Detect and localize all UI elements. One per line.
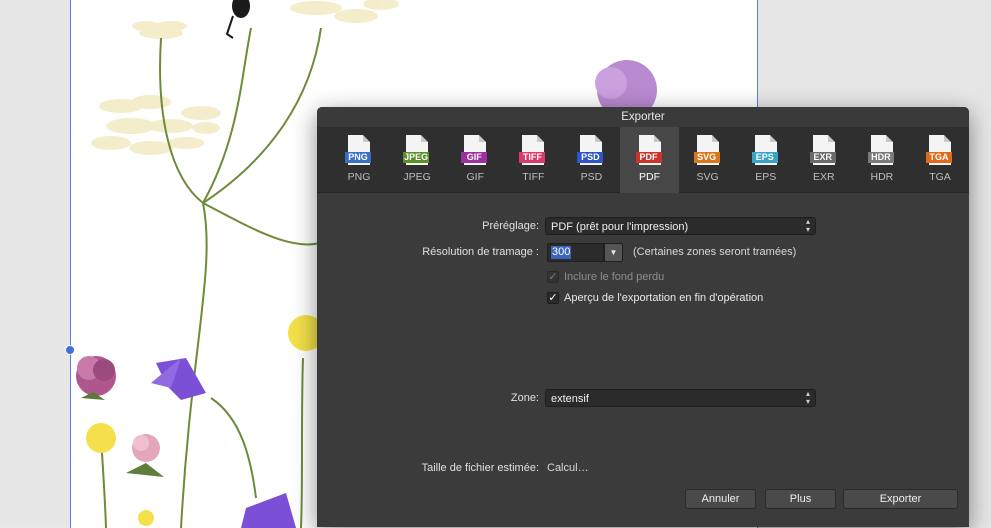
format-label: TIFF <box>522 171 545 183</box>
format-label: EXR <box>813 171 835 183</box>
raster-note: (Certaines zones seront tramées) <box>633 246 797 258</box>
filesize-value: Calcul… <box>547 462 589 474</box>
jpeg-file-icon: JPEG <box>403 135 431 169</box>
preset-select[interactable]: PDF (prêt pour l'impression) ▴ ▾ <box>545 217 816 235</box>
raster-resolution-dropdown-button[interactable]: ▼ <box>604 243 623 262</box>
selection-handle[interactable] <box>65 345 75 355</box>
raster-resolution-value: 300 <box>551 246 572 259</box>
preset-value: PDF (prêt pour l'impression) <box>551 221 689 233</box>
format-badge: PDF <box>635 152 662 163</box>
format-badge: HDR <box>867 152 894 163</box>
format-label: PNG <box>347 171 371 183</box>
format-badge: JPEG <box>403 152 430 163</box>
zone-label: Zone: <box>510 392 539 404</box>
format-tab-tga[interactable]: TGA TGA <box>911 127 969 193</box>
format-label: EPS <box>755 171 777 183</box>
format-label: TGA <box>929 171 951 183</box>
svg-file-icon: SVG <box>693 135 722 169</box>
hdr-file-icon: HDR <box>867 135 896 169</box>
format-label: GIF <box>466 171 484 183</box>
format-badge: PSD <box>577 152 604 163</box>
raster-resolution-input[interactable]: 300 <box>547 243 604 262</box>
more-button[interactable]: Plus <box>765 489 836 509</box>
format-tab-psd[interactable]: PSD PSD <box>562 127 620 193</box>
format-tab-jpeg[interactable]: JPEG JPEG <box>388 127 446 193</box>
format-label: SVG <box>696 171 719 183</box>
pdf-file-icon: PDF <box>635 135 664 169</box>
tiff-file-icon: TIFF <box>519 135 547 169</box>
export-button[interactable]: Exporter <box>843 489 958 509</box>
gif-file-icon: GIF <box>461 135 489 169</box>
bleed-label: Inclure le fond perdu <box>564 271 665 283</box>
preview-checkbox[interactable]: ✓ <box>547 292 559 304</box>
exr-file-icon: EXR <box>809 135 838 169</box>
chevron-down-icon: ▼ <box>609 248 618 257</box>
filesize-label: Taille de fichier estimée: <box>421 462 539 474</box>
png-file-icon: PNG <box>345 135 373 169</box>
format-label: JPEG <box>403 171 431 183</box>
format-badge: TIFF <box>519 152 546 163</box>
format-badge: EPS <box>751 152 778 163</box>
zone-value: extensif <box>551 393 589 405</box>
updown-arrows-icon: ▴ ▾ <box>805 389 810 406</box>
format-toolbar: PNG PNG JPEG JPEG GIF GIF TIFF TIFF PSD PSD PDF PDF… <box>317 127 969 193</box>
export-dialog: Exporter PNG PNG JPEG JPEG GIF GIF TIFF TIFF PSD… <box>317 107 969 527</box>
eps-file-icon: EPS <box>751 135 780 169</box>
updown-arrows-icon: ▴ ▾ <box>805 217 810 234</box>
tga-file-icon: TGA <box>925 135 954 169</box>
format-badge: GIF <box>461 152 488 163</box>
format-tab-eps[interactable]: EPS EPS <box>737 127 795 193</box>
bleed-checkbox[interactable]: ✓ <box>547 271 559 283</box>
format-tab-hdr[interactable]: HDR HDR <box>853 127 911 193</box>
cancel-button[interactable]: Annuler <box>685 489 756 509</box>
dialog-title: Exporter <box>317 107 969 127</box>
preset-label: Préréglage: <box>482 220 539 232</box>
format-tab-exr[interactable]: EXR EXR <box>795 127 853 193</box>
psd-file-icon: PSD <box>577 135 605 169</box>
format-tab-gif[interactable]: GIF GIF <box>446 127 504 193</box>
preview-label: Aperçu de l'exportation en fin d'opérati… <box>564 292 764 304</box>
format-tab-pdf[interactable]: PDF PDF <box>620 127 679 193</box>
zone-select[interactable]: extensif ▴ ▾ <box>545 389 816 407</box>
format-label: PSD <box>580 171 603 183</box>
format-badge: TGA <box>925 152 952 163</box>
format-tab-tiff[interactable]: TIFF TIFF <box>504 127 562 193</box>
raster-resolution-label: Résolution de tramage : <box>422 246 539 258</box>
format-label: PDF <box>639 171 661 183</box>
format-tab-png[interactable]: PNG PNG <box>330 127 388 193</box>
format-label: HDR <box>870 171 894 183</box>
format-tab-svg[interactable]: SVG SVG <box>679 127 737 193</box>
format-badge: EXR <box>809 152 836 163</box>
format-badge: PNG <box>345 152 372 163</box>
format-badge: SVG <box>693 152 720 163</box>
